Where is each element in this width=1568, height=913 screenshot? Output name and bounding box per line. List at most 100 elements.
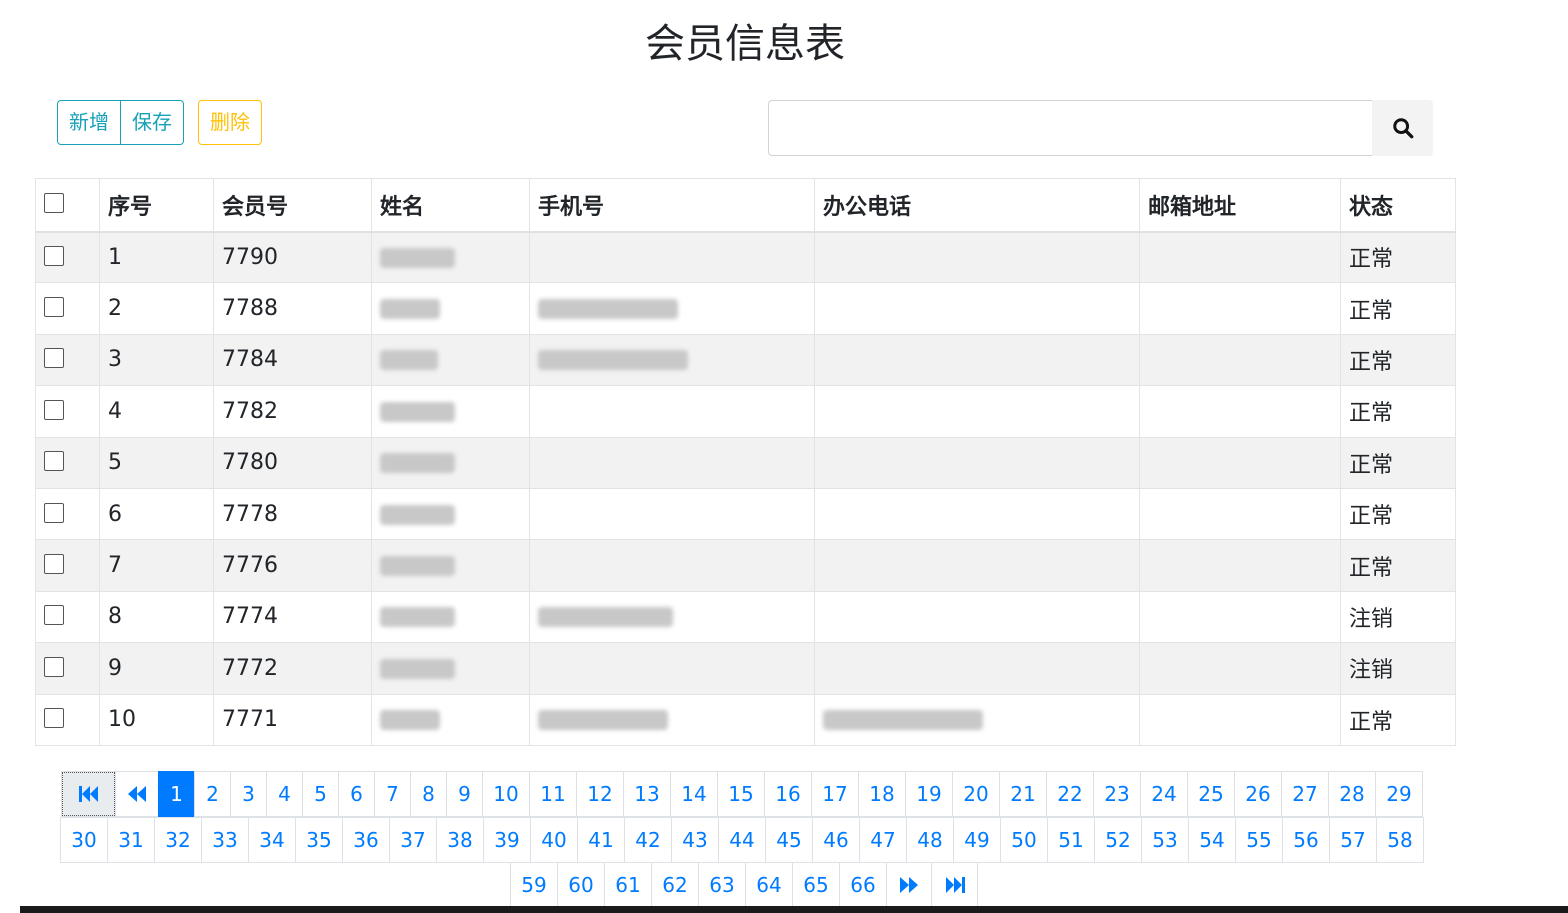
page-button[interactable]: 48 — [906, 817, 954, 863]
row-checkbox[interactable] — [44, 708, 64, 729]
prev-page-button[interactable] — [115, 771, 159, 817]
page-button[interactable]: 31 — [107, 817, 155, 863]
save-button[interactable]: 保存 — [120, 100, 184, 145]
page-button[interactable]: 59 — [510, 862, 558, 908]
header-member-no[interactable]: 会员号 — [213, 178, 372, 233]
page-button[interactable]: 51 — [1047, 817, 1095, 863]
page-button[interactable]: 10 — [482, 771, 530, 817]
page-button[interactable]: 66 — [839, 862, 887, 908]
table-row[interactable]: 1 7790 正常 — [35, 230, 1456, 284]
page-button[interactable]: 17 — [811, 771, 859, 817]
page-button[interactable]: 3 — [230, 771, 267, 817]
page-button[interactable]: 44 — [718, 817, 766, 863]
page-button[interactable]: 46 — [812, 817, 860, 863]
page-button[interactable]: 14 — [670, 771, 718, 817]
table-row[interactable]: 9 7772 注销 — [35, 642, 1456, 695]
row-checkbox[interactable] — [44, 245, 64, 266]
page-button[interactable]: 42 — [624, 817, 672, 863]
row-checkbox[interactable] — [44, 297, 64, 318]
page-button[interactable]: 16 — [764, 771, 812, 817]
page-button[interactable]: 18 — [858, 771, 906, 817]
row-checkbox[interactable] — [44, 656, 64, 677]
page-button[interactable]: 11 — [529, 771, 577, 817]
page-button[interactable]: 64 — [745, 862, 793, 908]
page-button[interactable]: 20 — [952, 771, 1000, 817]
page-button[interactable]: 63 — [698, 862, 746, 908]
table-row[interactable]: 3 7784 正常 — [35, 333, 1456, 387]
page-button[interactable]: 15 — [717, 771, 765, 817]
table-row[interactable]: 4 7782 正常 — [35, 385, 1456, 438]
page-button[interactable]: 38 — [436, 817, 484, 863]
page-button[interactable]: 28 — [1328, 771, 1376, 817]
page-button[interactable]: 7 — [374, 771, 411, 817]
table-row[interactable]: 8 7774 注销 — [35, 590, 1456, 644]
row-checkbox[interactable] — [44, 451, 64, 472]
page-button[interactable]: 61 — [604, 862, 652, 908]
row-checkbox[interactable] — [44, 554, 64, 575]
page-button[interactable]: 22 — [1046, 771, 1094, 817]
page-button[interactable]: 54 — [1188, 817, 1236, 863]
header-index[interactable]: 序号 — [99, 178, 214, 233]
page-button[interactable]: 35 — [295, 817, 343, 863]
page-button[interactable]: 29 — [1375, 771, 1423, 817]
page-button[interactable]: 62 — [651, 862, 699, 908]
page-button[interactable]: 45 — [765, 817, 813, 863]
page-button[interactable]: 24 — [1140, 771, 1188, 817]
page-button[interactable]: 25 — [1187, 771, 1235, 817]
page-button[interactable]: 12 — [576, 771, 624, 817]
page-button[interactable]: 2 — [194, 771, 231, 817]
page-button[interactable]: 60 — [557, 862, 605, 908]
table-row[interactable]: 2 7788 正常 — [35, 282, 1456, 335]
row-checkbox[interactable] — [44, 399, 64, 420]
page-button[interactable]: 23 — [1093, 771, 1141, 817]
header-name[interactable]: 姓名 — [371, 178, 530, 233]
row-checkbox[interactable] — [44, 502, 64, 523]
page-button[interactable]: 43 — [671, 817, 719, 863]
table-row[interactable]: 7 7776 正常 — [35, 539, 1456, 592]
page-button[interactable]: 40 — [530, 817, 578, 863]
row-checkbox[interactable] — [44, 348, 64, 369]
page-button[interactable]: 5 — [302, 771, 339, 817]
page-button[interactable]: 8 — [410, 771, 447, 817]
table-row[interactable]: 5 7780 正常 — [35, 436, 1456, 489]
header-office-phone[interactable]: 办公电话 — [814, 178, 1140, 233]
page-button[interactable]: 53 — [1141, 817, 1189, 863]
page-button[interactable]: 52 — [1094, 817, 1142, 863]
page-button[interactable]: 41 — [577, 817, 625, 863]
first-page-button[interactable] — [61, 771, 116, 817]
page-button[interactable]: 37 — [389, 817, 437, 863]
page-button[interactable]: 58 — [1376, 817, 1424, 863]
page-button[interactable]: 21 — [999, 771, 1047, 817]
page-button[interactable]: 65 — [792, 862, 840, 908]
page-button[interactable]: 34 — [248, 817, 296, 863]
page-button[interactable]: 57 — [1329, 817, 1377, 863]
header-email[interactable]: 邮箱地址 — [1139, 178, 1341, 233]
page-button[interactable]: 19 — [905, 771, 953, 817]
table-row[interactable]: 10 7771 正常 — [35, 693, 1456, 746]
page-button[interactable]: 6 — [338, 771, 375, 817]
header-status[interactable]: 状态 — [1340, 178, 1456, 233]
row-checkbox[interactable] — [44, 605, 64, 626]
table-row[interactable]: 6 7778 正常 — [35, 487, 1456, 541]
next-page-button[interactable] — [886, 862, 932, 908]
search-input[interactable] — [768, 100, 1372, 156]
select-all-checkbox[interactable] — [44, 193, 64, 214]
page-button[interactable]: 39 — [483, 817, 531, 863]
search-button[interactable] — [1372, 100, 1433, 156]
page-button[interactable]: 56 — [1282, 817, 1330, 863]
page-button[interactable]: 26 — [1234, 771, 1282, 817]
page-button[interactable]: 9 — [446, 771, 483, 817]
page-button[interactable]: 50 — [1000, 817, 1048, 863]
page-button[interactable]: 47 — [859, 817, 907, 863]
page-button[interactable]: 1 — [158, 771, 195, 817]
page-button[interactable]: 49 — [953, 817, 1001, 863]
page-button[interactable]: 30 — [60, 817, 108, 863]
add-button[interactable]: 新增 — [57, 100, 121, 145]
page-button[interactable]: 55 — [1235, 817, 1283, 863]
page-button[interactable]: 36 — [342, 817, 390, 863]
page-button[interactable]: 13 — [623, 771, 671, 817]
last-page-button[interactable] — [931, 862, 978, 908]
delete-button[interactable]: 删除 — [198, 100, 262, 145]
page-button[interactable]: 27 — [1281, 771, 1329, 817]
page-button[interactable]: 32 — [154, 817, 202, 863]
